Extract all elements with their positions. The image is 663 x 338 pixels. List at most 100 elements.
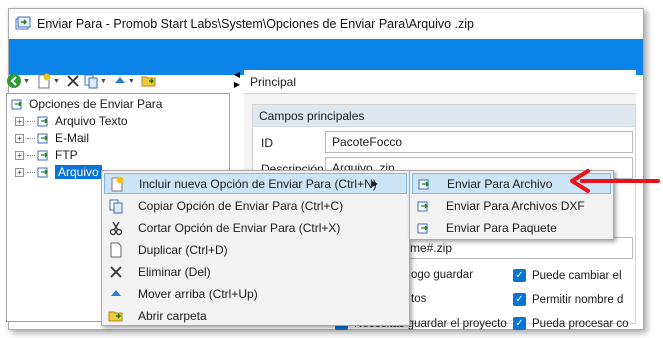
menu-item-label: Abrir carpeta [138,308,207,323]
copy-icon [84,74,98,89]
move-up-button[interactable]: ▼ [113,72,138,90]
menu-item-duplicate[interactable]: Duplicar (Ctrl+D) [104,239,407,260]
refresh-button[interactable]: ▼ [6,72,33,90]
send-to-icon [37,116,48,127]
menu-item-label: Duplicar (Ctrl+D) [138,242,228,257]
copy-button[interactable]: ▼ [83,72,110,90]
tree-connector [27,137,35,139]
checkbox-checked-icon: ✓ [513,269,526,282]
tree-toolbar: ▼ ▼ ▼ ▼ [6,70,157,92]
checkbox-label: Pueda procesar co [532,317,629,330]
menu-item-label: Mover arriba (Ctrl+Up) [138,286,258,301]
menu-item-include-new[interactable]: Incluir nueva Opción de Enviar Para (Ctr… [104,173,407,194]
duplicate-icon [108,242,124,258]
delete-icon [67,75,79,87]
options-folder-icon [11,99,22,110]
annotation-arrow-icon [570,169,660,193]
checkbox-label: Permitir nombre d [532,293,624,306]
checkbox-label: tos [411,293,427,305]
send-to-icon [416,198,432,214]
move-up-icon [114,77,125,83]
new-button[interactable]: ▼ [36,72,63,90]
copy-icon [108,198,124,214]
expand-icon[interactable]: + [15,167,24,177]
checkbox-label: Puede cambiar el [532,269,622,282]
tab-principal-label: Principal [250,74,297,89]
chevron-down-icon: ▼ [23,77,30,85]
collapse-left-icon: ◀ [233,70,241,79]
id-field[interactable]: PacoteFocco [325,131,633,153]
new-icon [109,176,125,192]
tree-item-arquivo[interactable]: + Arquivo [15,164,102,180]
checkbox-items[interactable]: tos [411,293,426,305]
send-to-icon [37,167,48,178]
tree-root[interactable]: Opciones de Enviar Para [11,96,162,112]
menu-item-label: Copiar Opción de Enviar Para (Ctrl+C) [138,198,344,213]
submenu-arrow-icon: ▶ [371,179,378,188]
delete-icon [108,264,124,280]
tree-connector [27,171,35,173]
move-up-icon [108,286,124,302]
group-title-label: Campos principales [259,108,365,123]
tree-item-ftp[interactable]: + FTP [15,147,78,163]
checkbox-checked-icon: ✓ [513,293,526,306]
window-title: Enviar Para - Promob Start Labs\System\O… [37,17,474,31]
checkbox-allow-name[interactable]: ✓ Permitir nombre d [513,293,623,306]
menu-item-copy[interactable]: Copiar Opción de Enviar Para (Ctrl+C) [104,195,407,216]
open-folder-button[interactable] [141,72,157,90]
menu-item-open-folder[interactable]: Abrir carpeta [104,305,407,326]
id-field-value: PacoteFocco [332,135,403,149]
chevron-down-icon: ▼ [52,77,60,85]
menu-item-label: Eliminar (Del) [138,264,211,279]
send-to-icon [417,176,433,192]
refresh-icon [7,74,21,88]
submenu-item-dxf[interactable]: Enviar Para Archivos DXF [412,195,611,216]
submenu-item-label: Enviar Para Archivos DXF [446,198,585,213]
send-to-icon [37,150,48,161]
tree-item-label: FTP [55,148,78,162]
send-to-icon [37,133,48,144]
file-name-field[interactable]: me#.zip [403,237,633,259]
expand-right-icon: ▶ [233,80,241,89]
file-name-field-value: me#.zip [410,241,453,255]
menu-item-label: Cortar Opción de Enviar Para (Ctrl+X) [138,220,341,235]
pane-splitter[interactable]: ◀ ▶ [230,70,244,96]
title-bar: Enviar Para - Promob Start Labs\System\O… [9,9,643,39]
chevron-down-icon: ▼ [127,77,135,85]
tree-item-label: E-Mail [55,131,90,145]
menu-item-delete[interactable]: Eliminar (Del) [104,261,407,282]
delete-button[interactable] [66,72,80,90]
app-icon [15,16,31,30]
tree-item-email[interactable]: + E-Mail [15,130,89,146]
tree-root-label: Opciones de Enviar Para [29,97,163,111]
tree-item-label: Arquivo [55,165,102,179]
tree-item-arquivo-texto[interactable]: + Arquivo Texto [15,113,128,129]
context-menu: Incluir nueva Opción de Enviar Para (Ctr… [101,170,410,326]
checkbox-can-process[interactable]: ✓ Pueda procesar co [513,317,629,330]
send-to-icon [416,220,432,236]
tab-principal[interactable]: Principal [244,70,636,94]
id-label: ID [261,136,273,150]
checkbox-can-change[interactable]: ✓ Puede cambiar el [513,269,622,282]
tree-connector [27,120,35,122]
checkbox-label: ogo guardar [411,269,474,281]
checkbox-save-logo[interactable]: ogo guardar [411,269,473,281]
chevron-down-icon: ▼ [99,77,107,85]
open-folder-icon [141,76,156,87]
expand-icon[interactable]: + [15,150,24,160]
tree-item-label: Arquivo Texto [55,114,128,128]
tree-connector [27,154,35,156]
new-icon [38,73,51,89]
submenu-item-paquete[interactable]: Enviar Para Paquete [412,217,611,238]
menu-item-cut[interactable]: Cortar Opción de Enviar Para (Ctrl+X) [104,217,407,238]
submenu-item-label: Enviar Para Paquete [446,220,557,235]
expand-icon[interactable]: + [15,116,24,126]
scissors-icon [108,220,124,236]
checkbox-checked-icon: ✓ [513,317,526,330]
menu-item-move-up[interactable]: Mover arriba (Ctrl+Up) [104,283,407,304]
expand-icon[interactable]: + [15,133,24,143]
group-title: Campos principales [253,105,635,127]
open-folder-icon [108,308,124,324]
menu-item-label: Incluir nueva Opción de Enviar Para (Ctr… [139,176,377,191]
submenu-item-label: Enviar Para Archivo [447,176,553,191]
